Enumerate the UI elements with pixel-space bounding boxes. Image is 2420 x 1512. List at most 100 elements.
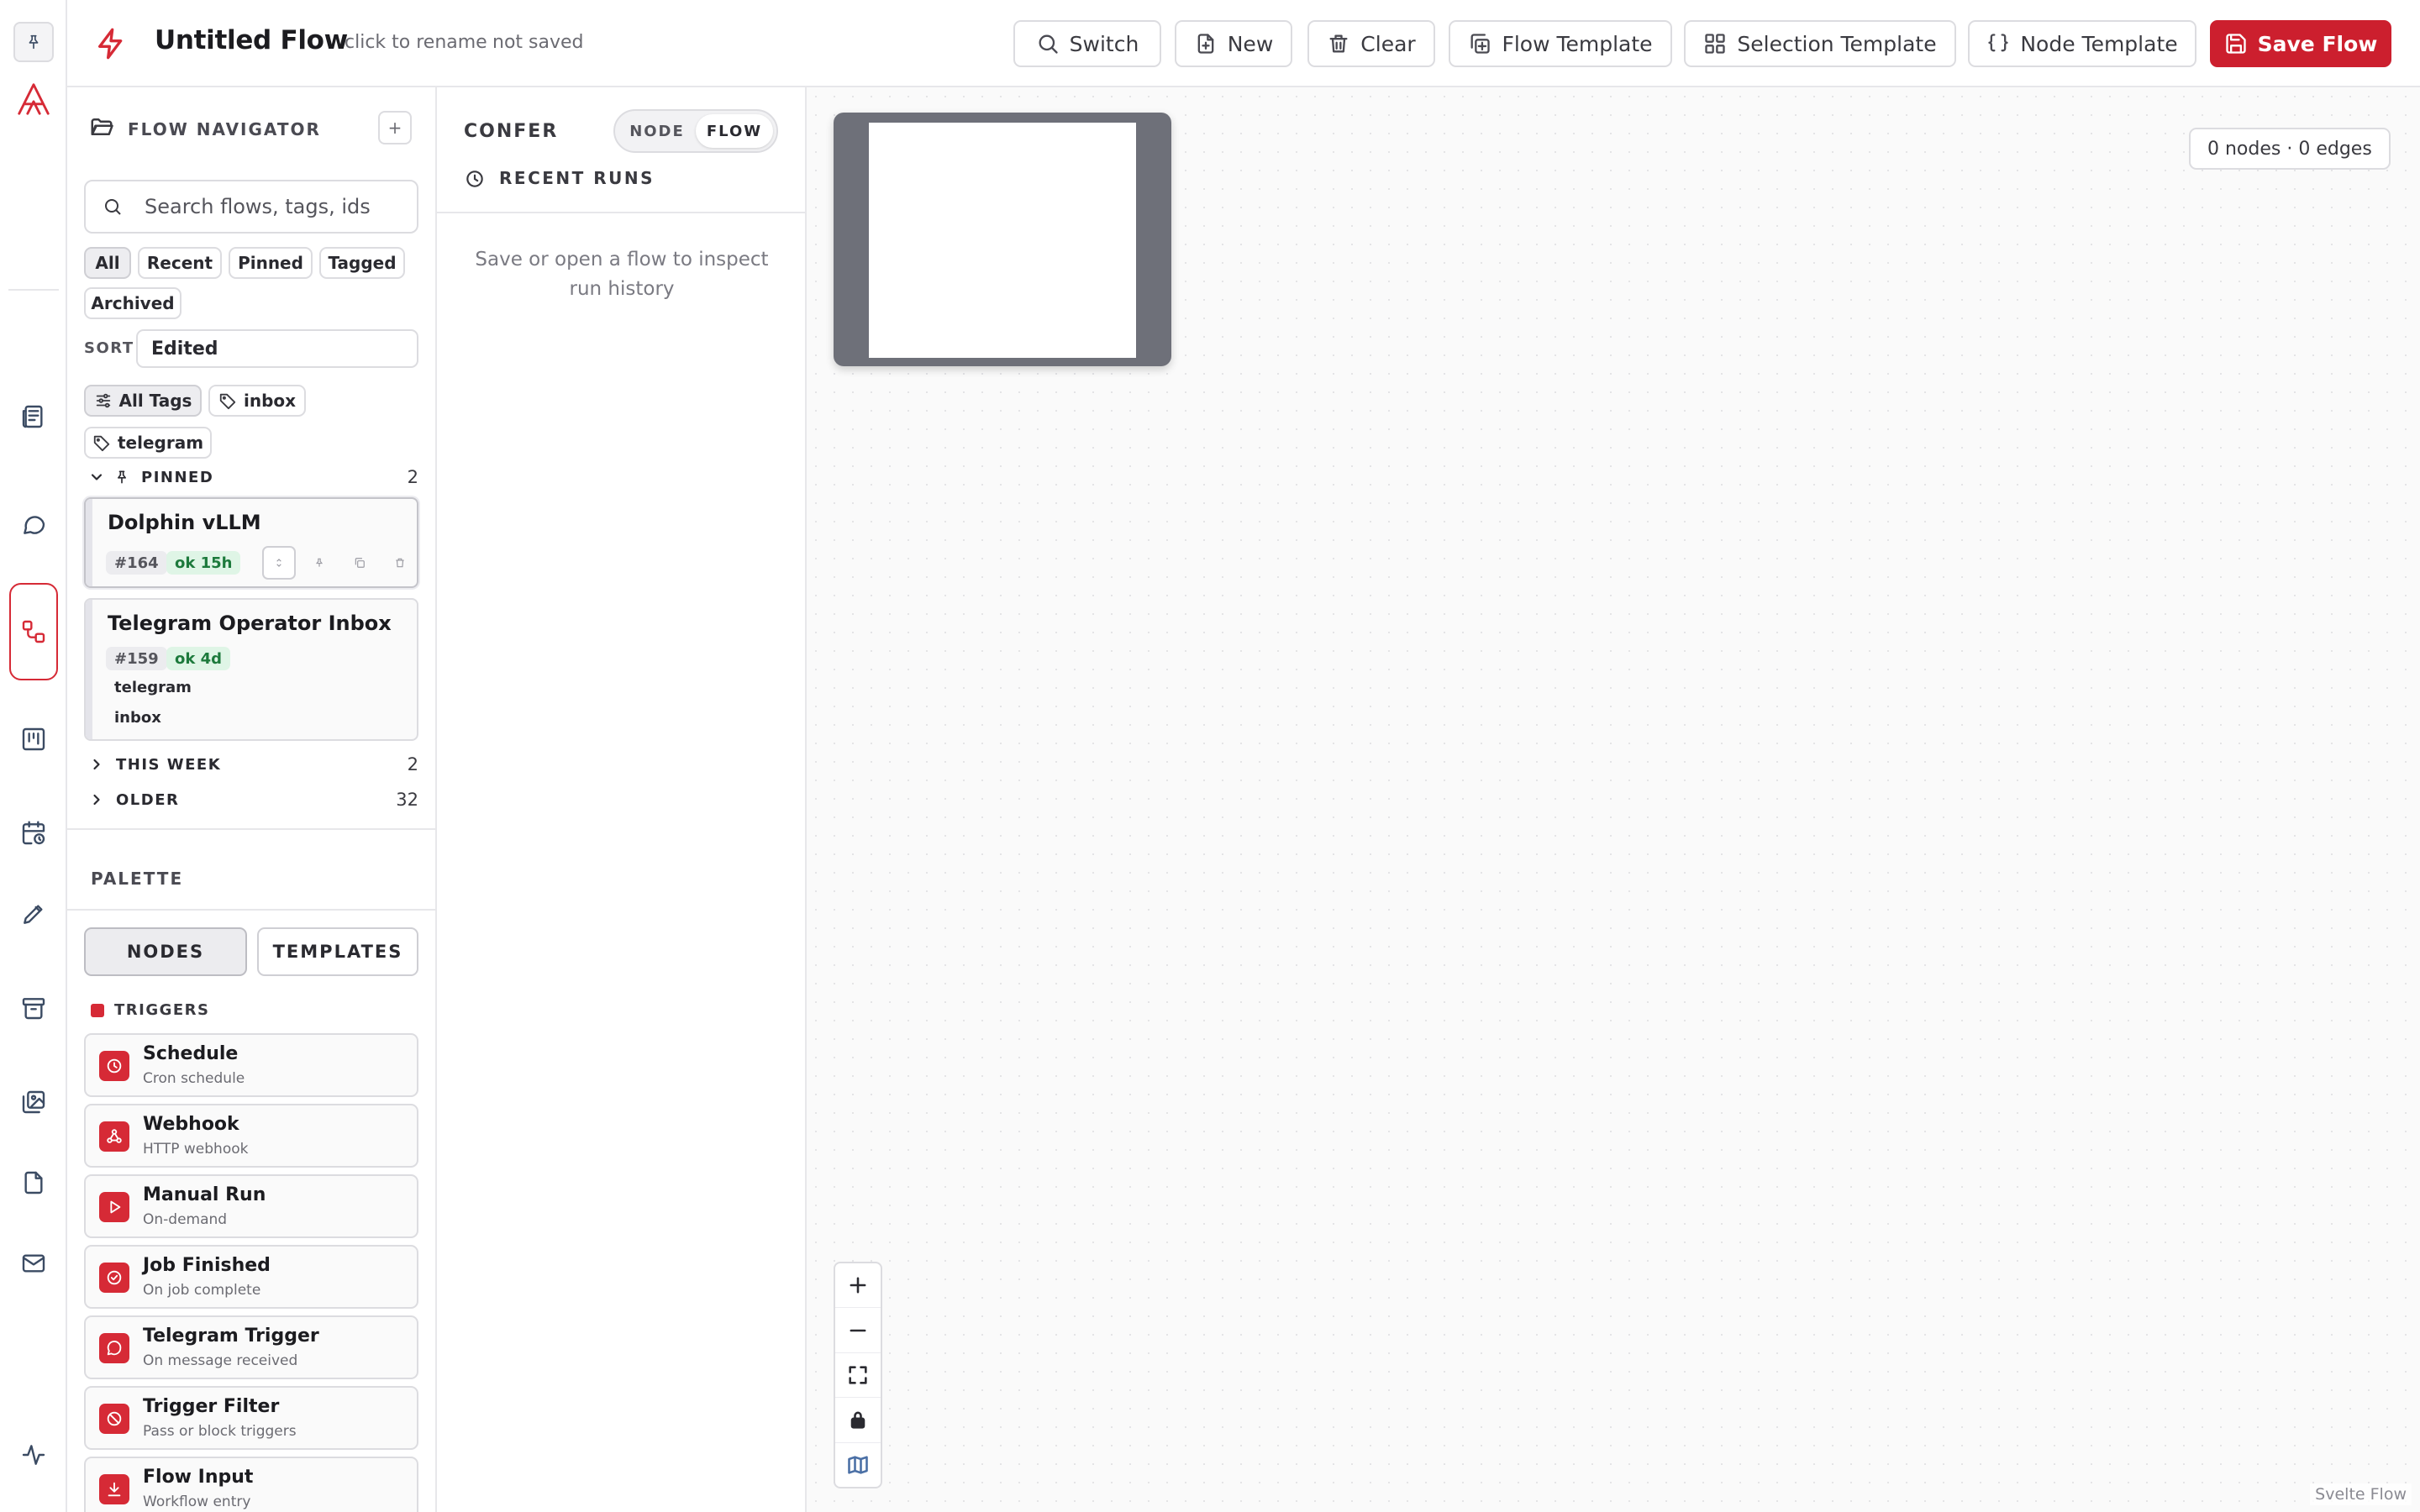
pin-icon [29, 34, 39, 50]
grid-icon [1705, 34, 1726, 54]
status-badge: ok 4d [166, 647, 231, 670]
selection-template-button[interactable]: Selection Template [1684, 20, 1956, 67]
group-older[interactable]: OLDER 32 [84, 787, 418, 812]
play-icon [99, 1192, 129, 1222]
rail-mail[interactable] [10, 1240, 57, 1287]
palette-node-manual-run[interactable]: Manual Run On-demand [84, 1174, 418, 1238]
tag-telegram[interactable]: telegram [84, 427, 212, 459]
rename-hint[interactable]: click to rename [345, 32, 487, 53]
save-status: not saved [492, 32, 584, 53]
palette-node-flow-input[interactable]: Flow Input Workflow entry [84, 1457, 418, 1512]
minimap[interactable] [834, 113, 1171, 366]
lightning-icon [94, 27, 128, 60]
clock-icon [466, 171, 483, 187]
mode-flow[interactable]: FLOW [696, 114, 773, 148]
palette-node-name: Trigger Filter [143, 1396, 280, 1417]
tag-inbox[interactable]: inbox [208, 385, 306, 417]
tag-all-tags[interactable]: All Tags [84, 385, 202, 417]
search-input[interactable] [145, 195, 388, 218]
palette-node-trigger-filter[interactable]: Trigger Filter Pass or block triggers [84, 1386, 418, 1450]
logo-icon [18, 83, 50, 115]
mode-node[interactable]: NODE [618, 114, 696, 148]
brand-logo[interactable] [10, 76, 57, 123]
filter-archived[interactable]: Archived [84, 287, 182, 319]
flow-card-dolphin[interactable]: Dolphin vLLM #164 ok 15h [84, 497, 418, 588]
filter-tagged[interactable]: Tagged [319, 247, 405, 279]
zoom-in-button[interactable] [835, 1263, 881, 1309]
tag-all-tags-label: All Tags [118, 391, 192, 411]
recent-runs-header: RECENT RUNS [437, 168, 805, 213]
tag-icon [219, 393, 236, 410]
confer-mode-toggle[interactable]: NODE FLOW [613, 109, 778, 153]
palette-node-telegram-trigger[interactable]: Telegram Trigger On message received [84, 1315, 418, 1379]
pin-toggle-button[interactable] [302, 546, 336, 580]
rail-activity[interactable] [10, 1431, 57, 1478]
clock-icon [99, 1051, 129, 1081]
palette-tab-templates[interactable]: TEMPLATES [257, 927, 418, 976]
group-this-week[interactable]: THIS WEEK 2 [84, 752, 418, 777]
switch-button[interactable]: Switch [1013, 20, 1161, 67]
flow-card-telegram[interactable]: Telegram Operator Inbox #159 ok 4d teleg… [84, 598, 418, 741]
rail-flows[interactable] [9, 583, 58, 680]
rail-chat[interactable] [10, 501, 57, 548]
minimap-viewport[interactable] [869, 123, 1136, 358]
group-this-week-label: THIS WEEK [116, 755, 222, 774]
flow-title[interactable]: Untitled Flow [155, 25, 348, 55]
palette-node-schedule[interactable]: Schedule Cron schedule [84, 1033, 418, 1097]
reorder-button[interactable] [262, 546, 296, 580]
palette-node-webhook[interactable]: Webhook HTTP webhook [84, 1104, 418, 1168]
delete-button[interactable] [383, 546, 417, 580]
save-flow-button[interactable]: Save Flow [2210, 20, 2391, 67]
activity-icon [22, 1445, 45, 1465]
navigator-title: FLOW NAVIGATOR [128, 119, 321, 139]
chat-icon [24, 516, 45, 534]
new-button[interactable]: New [1175, 20, 1292, 67]
filter-recent[interactable]: Recent [138, 247, 222, 279]
duplicate-button[interactable] [343, 546, 376, 580]
flow-template-label: Flow Template [1502, 31, 1653, 56]
group-older-count: 32 [396, 790, 418, 810]
filter-all[interactable]: All [84, 247, 131, 279]
filter-pinned[interactable]: Pinned [229, 247, 313, 279]
card-accent-bar [86, 600, 92, 739]
tag-icon [93, 435, 110, 452]
pin-icon [315, 558, 324, 567]
flow-template-button[interactable]: Flow Template [1449, 20, 1672, 67]
trash-icon [396, 558, 404, 568]
flow-canvas[interactable]: 0 nodes · 0 edges Svelte Flow [807, 87, 2420, 1512]
lock-button[interactable] [835, 1398, 881, 1443]
palette-node-job-finished[interactable]: Job Finished On job complete [84, 1245, 418, 1309]
group-pinned[interactable]: PINNED 2 [84, 465, 418, 490]
sort-select[interactable]: Edited [136, 329, 418, 368]
mail-icon [22, 1254, 45, 1273]
clear-button-label: Clear [1360, 31, 1416, 56]
add-flow-button[interactable]: + [378, 111, 412, 144]
sliders-icon [96, 393, 110, 408]
palette-tab-nodes[interactable]: NODES [84, 927, 247, 976]
flow-search[interactable] [84, 180, 418, 234]
node-template-button[interactable]: Node Template [1968, 20, 2196, 67]
rail-archive[interactable] [10, 984, 57, 1032]
fit-view-button[interactable] [835, 1353, 881, 1399]
clear-button[interactable]: Clear [1307, 20, 1435, 67]
rail-gallery[interactable] [10, 1079, 57, 1126]
rail-edit[interactable] [10, 890, 57, 937]
palette-node-name: Schedule [143, 1043, 239, 1064]
zoom-out-button[interactable] [835, 1308, 881, 1353]
palette-node-desc: HTTP webhook [143, 1141, 249, 1158]
ban-icon [99, 1404, 129, 1434]
minimap-toggle-button[interactable] [835, 1443, 881, 1487]
file-plus-icon [1197, 34, 1214, 54]
pencil-icon [24, 905, 43, 924]
rail-board[interactable] [10, 716, 57, 763]
pin-sidebar-button[interactable] [13, 22, 54, 62]
group-pinned-label: PINNED [141, 468, 214, 486]
rail-files[interactable] [10, 1159, 57, 1206]
palette-category: TRIGGERS [91, 1001, 210, 1019]
rail-docs[interactable] [10, 393, 57, 440]
recent-runs-label: RECENT RUNS [499, 168, 655, 188]
rail-calendar[interactable] [10, 810, 57, 857]
minus-icon [850, 1329, 866, 1331]
file-icon [24, 1171, 43, 1194]
attribution-link[interactable]: Svelte Flow [2310, 1483, 2412, 1505]
